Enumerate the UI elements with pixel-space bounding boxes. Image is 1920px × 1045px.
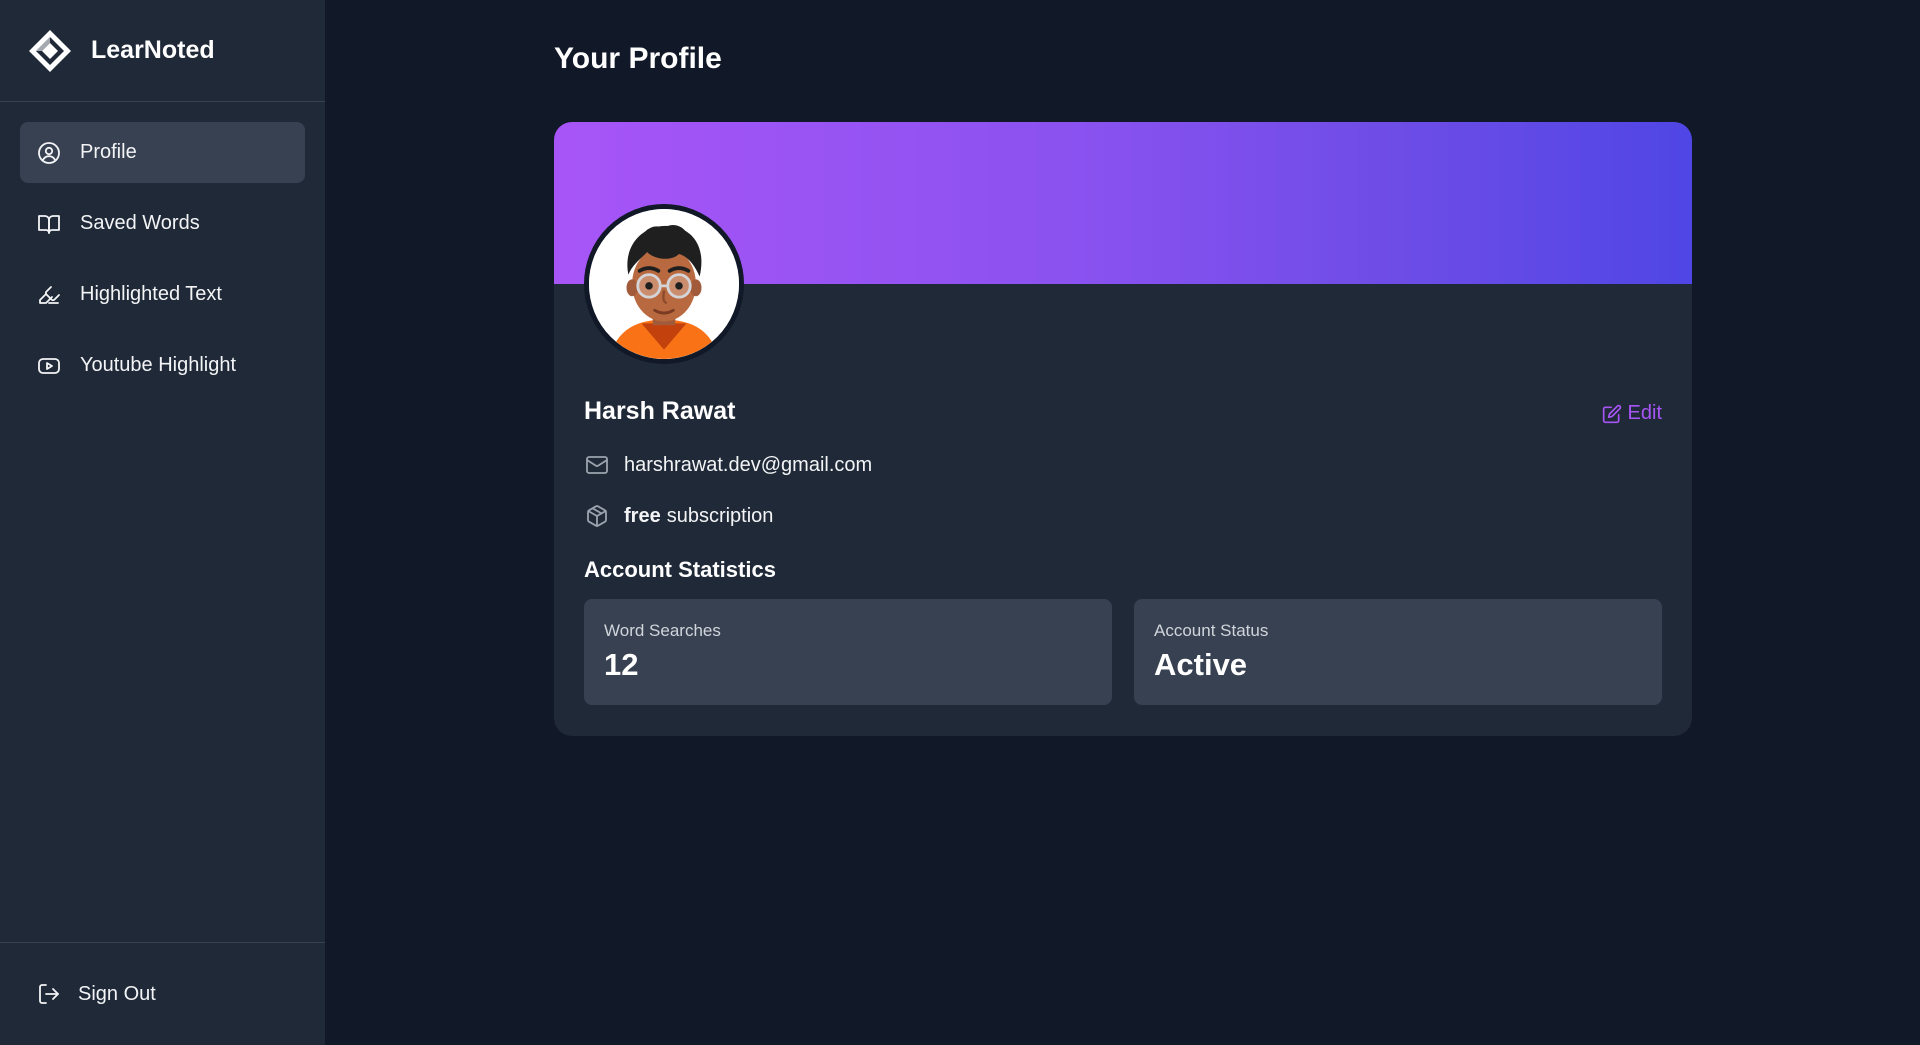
brand-name: LearNoted (91, 36, 215, 64)
sidebar-item-label: Youtube Highlight (80, 354, 237, 376)
mail-icon (584, 452, 610, 478)
learnoted-logo-icon (27, 28, 73, 74)
edit-label: Edit (1627, 402, 1662, 424)
sidebar-item-saved-words[interactable]: Saved Words (20, 193, 305, 254)
book-open-icon (36, 211, 62, 237)
sidebar-item-profile[interactable]: Profile (20, 122, 305, 183)
stat-label: Account Status (1154, 621, 1269, 640)
profile-card: Harsh Rawat Edit harshrawat.dev@gmail.co… (554, 122, 1692, 736)
stat-card-account-status: Account Status Active (1134, 599, 1662, 705)
user-circle-icon (36, 140, 62, 166)
edit-profile-button[interactable]: Edit (1602, 402, 1662, 425)
stat-label: Word Searches (604, 621, 721, 640)
user-name: Harsh Rawat (584, 397, 736, 425)
highlighter-icon (36, 282, 62, 308)
avatar (584, 204, 744, 364)
stat-card-word-searches: Word Searches 12 (584, 599, 1112, 705)
sidebar-nav: Profile Saved Words Highlighted Text You… (0, 102, 325, 942)
package-icon (584, 503, 610, 529)
stat-value: 12 (604, 647, 639, 682)
stat-value: Active (1154, 647, 1248, 682)
youtube-icon (36, 353, 62, 379)
sign-out-label: Sign Out (78, 982, 156, 1005)
sidebar-item-highlighted-text[interactable]: Highlighted Text (20, 264, 305, 325)
subscription-plan: free (624, 504, 661, 527)
sign-out-button[interactable]: Sign Out (36, 981, 156, 1007)
page-title: Your Profile (554, 42, 722, 75)
email-row: harshrawat.dev@gmail.com (584, 452, 872, 478)
sidebar: LearNoted Profile Saved Words Highlighte… (0, 0, 325, 1045)
account-statistics-title: Account Statistics (584, 557, 776, 582)
sidebar-item-label: Profile (80, 141, 137, 163)
brand[interactable]: LearNoted (0, 0, 325, 102)
edit-icon (1602, 404, 1621, 423)
log-out-icon (36, 981, 62, 1007)
sidebar-footer: Sign Out (0, 942, 325, 1045)
sidebar-item-label: Saved Words (80, 212, 200, 234)
sidebar-item-label: Highlighted Text (80, 283, 222, 305)
sidebar-item-youtube-highlight[interactable]: Youtube Highlight (20, 335, 305, 396)
user-email: harshrawat.dev@gmail.com (624, 453, 873, 476)
subscription-row: free subscription (584, 503, 773, 529)
subscription-suffix: subscription (666, 504, 774, 527)
